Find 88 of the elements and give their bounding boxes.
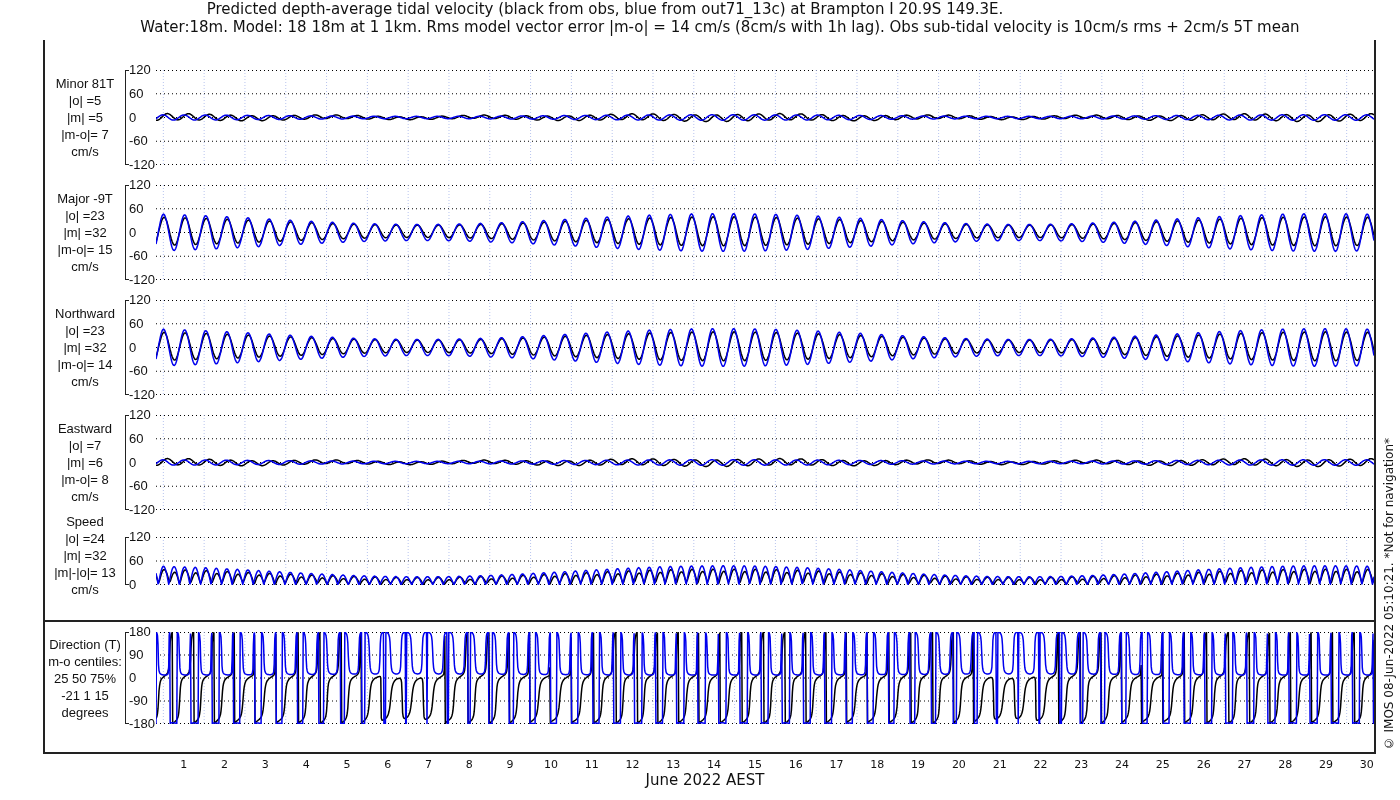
axis-tick-label: 0	[129, 578, 137, 592]
panel-label: Eastward	[57, 420, 113, 437]
axis-tick-label: -120	[129, 503, 156, 517]
panel-label: cm/s	[71, 488, 99, 505]
panel-label: cm/s	[71, 143, 99, 160]
axis-tick-label: 0	[129, 455, 137, 470]
axis-tick-label: 60	[129, 316, 144, 331]
axis-tick-label: 120	[129, 178, 151, 192]
panel-label: Major -9T	[57, 190, 113, 207]
day-label: 14	[706, 758, 723, 771]
panel-label: |m-o|= 7	[61, 126, 109, 143]
axis-tick-label: 120	[129, 530, 151, 544]
day-label: 21	[991, 758, 1008, 771]
panel-label: Northward	[55, 305, 115, 322]
axis-tick-label: 0	[129, 110, 137, 125]
day-label: 24	[1114, 758, 1131, 771]
axis-tick-label: 60	[129, 554, 144, 568]
axis-tick-label: -90	[129, 694, 148, 708]
axis-tick-label: 0	[129, 225, 137, 240]
axis-tick-label: -120	[129, 388, 156, 402]
day-label: 3	[260, 758, 270, 771]
axis-tick-label: 120	[129, 63, 151, 77]
panel-label: cm/s	[71, 373, 99, 390]
day-label: 16	[787, 758, 804, 771]
panel-label: |m| =32	[63, 546, 107, 564]
day-label: 22	[1032, 758, 1049, 771]
axis-tick-label: 0	[129, 340, 137, 355]
panel-label: |m-o|= 8	[61, 471, 109, 488]
panel-label: |m-o|= 15	[57, 241, 113, 258]
panel-label: degrees	[61, 703, 109, 721]
day-label: 7	[424, 758, 433, 771]
day-label: 9	[505, 758, 515, 771]
panel-label: Minor 81T	[55, 75, 115, 92]
day-label: 18	[869, 758, 886, 771]
axis-tick-label: 180	[129, 625, 151, 639]
day-label: 20	[950, 758, 967, 771]
day-label: 15	[746, 758, 763, 771]
day-label: 13	[665, 758, 682, 771]
panel-label: cm/s	[71, 580, 99, 598]
panel-label: |m-o|= 14	[57, 356, 113, 373]
day-label: 8	[464, 758, 474, 771]
panel-label: |o| =23	[65, 322, 105, 339]
axis-tick-label: -180	[129, 717, 156, 731]
axis-tick-label: 0	[129, 671, 137, 685]
axis-tick-label: 60	[129, 201, 144, 216]
day-label: 28	[1277, 758, 1294, 771]
day-label: 1	[179, 758, 189, 771]
panel-label: |m| =6	[67, 454, 103, 471]
panel-label: -21 1 15	[61, 686, 109, 704]
day-label: 4	[301, 758, 311, 771]
day-label: 27	[1236, 758, 1253, 771]
day-label: 23	[1073, 758, 1090, 771]
day-label: 12	[624, 758, 641, 771]
axis-tick-label: -120	[129, 158, 156, 172]
day-label: 26	[1195, 758, 1212, 771]
axis-tick-label: 60	[129, 86, 144, 101]
day-label: 11	[583, 758, 600, 771]
panel-label: |m| =5	[67, 109, 103, 126]
panel-label: |o| =7	[68, 437, 102, 454]
day-label: 25	[1154, 758, 1171, 771]
day-label: 17	[828, 758, 845, 771]
panel-label: Speed	[66, 512, 104, 530]
axis-tick-label: 90	[129, 648, 144, 662]
panel-label: |m| =32	[63, 224, 107, 241]
axis-title: June 2022 AEST	[645, 771, 765, 789]
axis-tick-label: 120	[129, 408, 151, 422]
panel-label: cm/s	[71, 258, 99, 275]
panel-label: |m| =32	[63, 339, 107, 356]
axis-tick-label: 60	[129, 431, 144, 446]
axis-tick-label: 120	[129, 293, 151, 307]
panel-label: |o| =5	[68, 92, 102, 109]
day-label: 10	[542, 758, 559, 771]
panel-label: m-o centiles:	[48, 652, 122, 670]
panel-label: |o| =23	[65, 207, 105, 224]
day-label: 5	[342, 758, 352, 771]
panel-label: |o| =24	[65, 529, 105, 547]
chart-title: Water:18m. Model: 18 18m at 1 1km. Rms model vector error |m-o| = 14 cm/s (8cm/s with 1h lag). Obs sub-tidal velocity is 10cm/s rms + 2cm/s 5T mean	[140, 18, 1300, 36]
axis-tick-label: -120	[129, 273, 156, 287]
day-label: 29	[1318, 758, 1335, 771]
copyright-notice: © IMOS 08-Jun-2022 05:10:21. *Not for navigation*	[1382, 437, 1396, 750]
day-label: 19	[910, 758, 927, 771]
day-label: 2	[220, 758, 230, 771]
day-label: 6	[383, 758, 393, 771]
panel-label: |m|-|o|= 13	[54, 563, 116, 581]
day-label: 30	[1358, 758, 1375, 771]
panel-label: Direction (T)	[49, 635, 121, 653]
panel-label: 25 50 75%	[53, 669, 117, 687]
chart-title: Predicted depth-average tidal velocity (black from obs, blue from out71_13c) at Brampton I 20.9S 149.3E.	[206, 0, 1004, 18]
